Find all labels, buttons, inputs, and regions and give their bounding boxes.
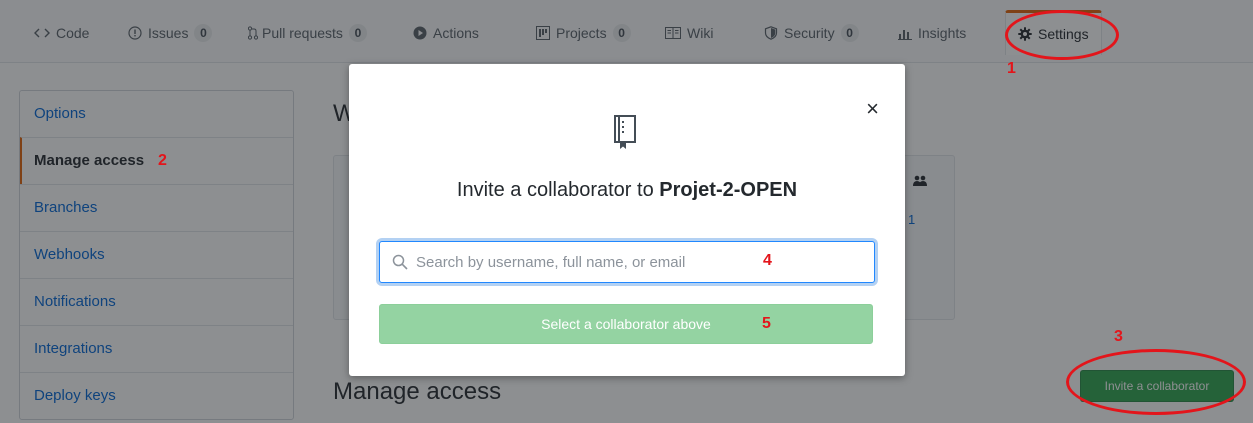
close-button[interactable]: × bbox=[866, 98, 879, 120]
repo-name: Projet-2-OPEN bbox=[659, 179, 798, 201]
collaborator-search-field[interactable] bbox=[379, 241, 875, 283]
annotation-number: 2 bbox=[158, 152, 167, 169]
annotation-circle-invite bbox=[1066, 349, 1246, 415]
repo-icon bbox=[611, 114, 639, 150]
annotation-circle-settings bbox=[1005, 10, 1119, 60]
annotation-number: 5 bbox=[762, 315, 771, 332]
annotation-number: 3 bbox=[1114, 328, 1123, 345]
search-icon bbox=[392, 254, 408, 270]
invite-collaborator-dialog: × Invite a collaborator to Projet-2-OPEN… bbox=[349, 64, 905, 376]
dialog-title: Invite a collaborator to Projet-2-OPEN bbox=[349, 179, 905, 202]
select-collaborator-button[interactable]: Select a collaborator above bbox=[379, 304, 873, 344]
collaborator-search-input[interactable] bbox=[416, 242, 856, 282]
dialog-title-prefix: Invite a collaborator to bbox=[456, 179, 660, 201]
annotation-number: 4 bbox=[763, 252, 772, 269]
annotation-number: 1 bbox=[1007, 60, 1016, 77]
